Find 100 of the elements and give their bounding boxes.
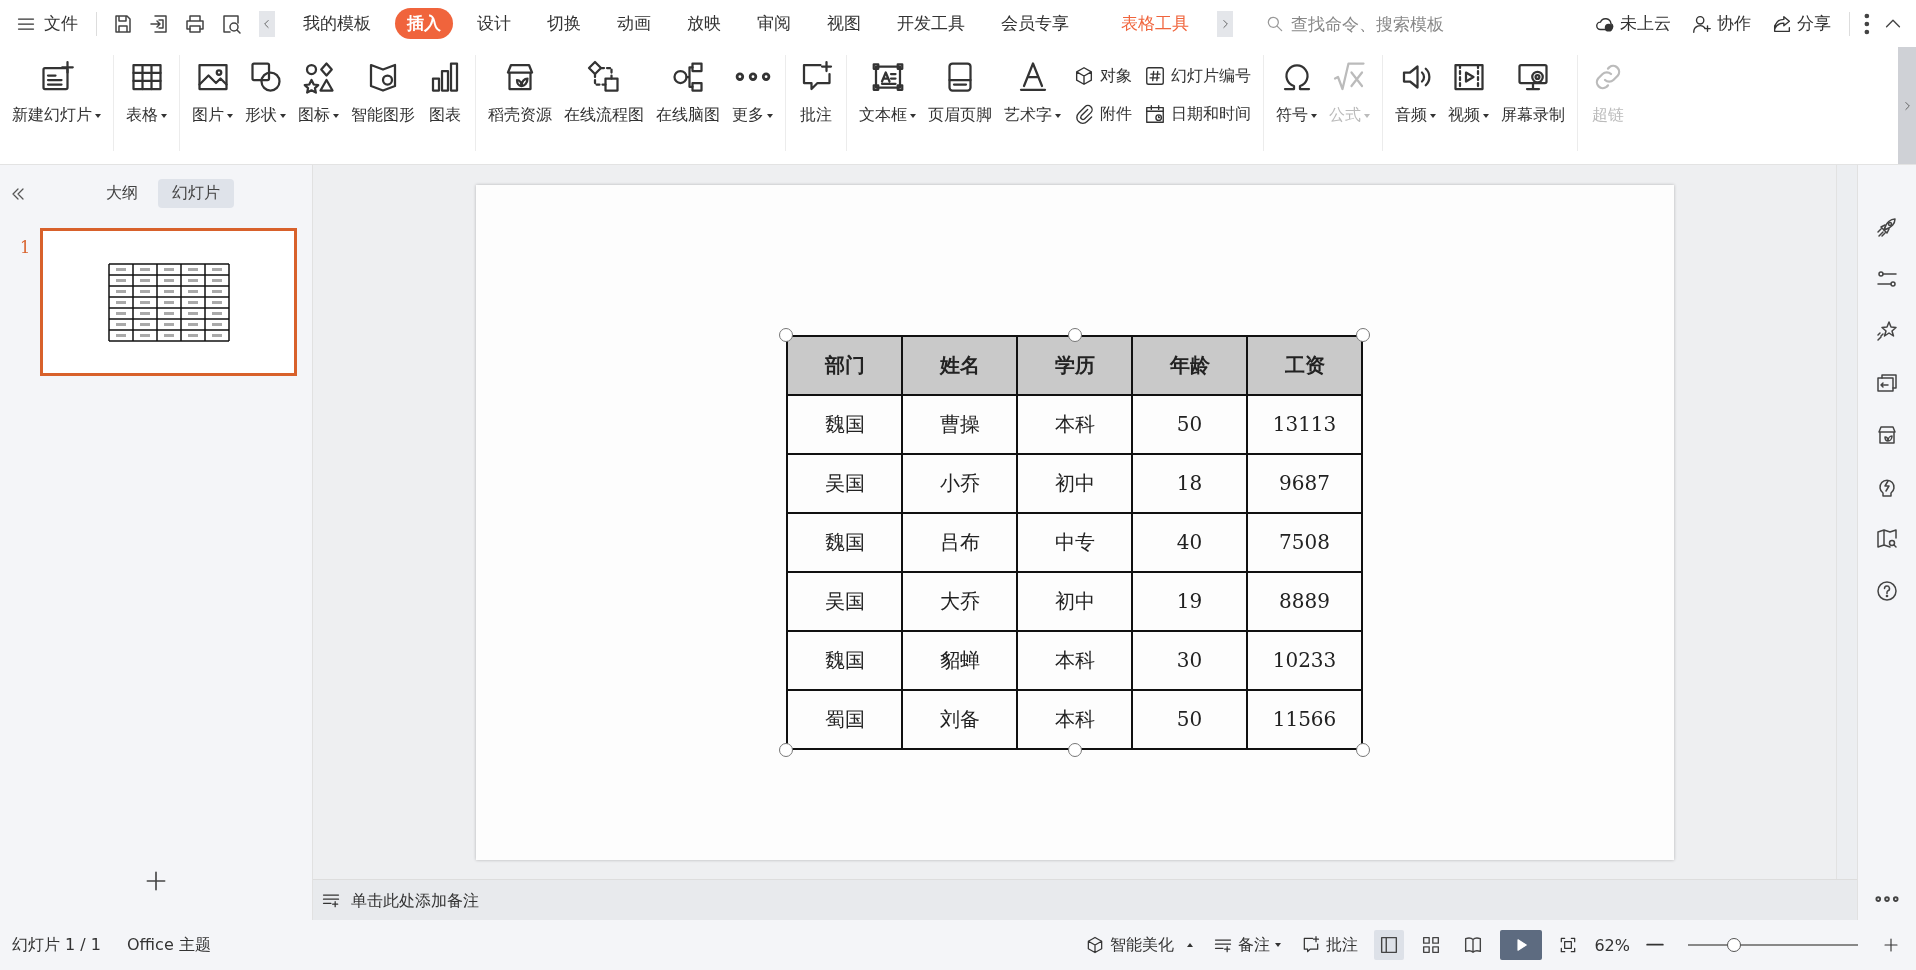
file-menu-button[interactable]: 文件 <box>8 8 86 39</box>
ribbon-button[interactable]: 形状 <box>239 55 292 130</box>
table-cell: 19 <box>1132 571 1247 631</box>
paperclip-icon <box>1073 103 1095 125</box>
ribbon-button[interactable]: 更多 <box>726 55 779 130</box>
ribbon-button[interactable]: 智能图形 <box>345 55 421 130</box>
more-icon <box>1875 895 1899 902</box>
table-cell: 50 <box>1132 394 1247 454</box>
table-cell: 魏国 <box>787 630 902 690</box>
slider-thumb[interactable] <box>1726 938 1741 952</box>
table-cell: 曹操 <box>902 394 1017 454</box>
ribbon-button[interactable]: 视频 <box>1442 55 1495 130</box>
notes-button[interactable]: 备注 <box>1209 930 1286 960</box>
table-cell: 蜀国 <box>787 689 902 749</box>
slide-thumbnail[interactable] <box>40 228 298 376</box>
resize-handle[interactable] <box>1356 742 1370 757</box>
table-cell: 13113 <box>1247 394 1362 454</box>
caret-icon <box>161 113 167 118</box>
table-cell: 本科 <box>1017 394 1132 454</box>
slideshow-button[interactable] <box>1500 930 1543 960</box>
table-cell: 50 <box>1132 689 1247 749</box>
view-button[interactable] <box>1374 930 1405 960</box>
ribbon-button[interactable]: 批注 <box>792 55 840 130</box>
table-cell: 初中 <box>1017 571 1132 631</box>
resize-handle[interactable] <box>1067 327 1082 342</box>
ribbon-button[interactable]: 页眉页脚 <box>922 55 998 130</box>
ribbon-tab[interactable]: 会员专享 <box>989 8 1081 39</box>
more-icon <box>734 72 771 82</box>
caret-icon <box>1311 113 1317 118</box>
ribbon-button[interactable]: 图标 <box>292 55 345 130</box>
ribbon-button[interactable]: 附件 <box>1067 95 1138 133</box>
ribbon-tab[interactable]: 切换 <box>535 8 593 39</box>
ribbon-button[interactable]: 音频 <box>1389 55 1442 130</box>
comments-button[interactable]: 批注 <box>1297 930 1363 960</box>
ribbon-tab[interactable]: 动画 <box>605 8 663 39</box>
panel-tab[interactable]: 幻灯片 <box>158 179 234 208</box>
table-cell: 小乔 <box>902 453 1017 513</box>
vertical-scrollbar[interactable] <box>1836 165 1857 879</box>
ribbon-button[interactable]: 在线流程图 <box>558 55 650 130</box>
ribbon-button[interactable]: 艺术字 <box>998 55 1067 130</box>
column-header: 学历 <box>1017 335 1132 395</box>
column-header: 年龄 <box>1132 335 1247 395</box>
ribbon-button[interactable]: 稻壳资源 <box>482 55 558 130</box>
account-action-button[interactable]: 未上云 <box>1586 8 1680 39</box>
caret-icon <box>767 113 773 118</box>
table-cell: 本科 <box>1017 630 1132 690</box>
beautify-button[interactable]: 智能美化 <box>1081 930 1198 960</box>
resize-handle[interactable] <box>1356 327 1370 342</box>
ribbon-tab[interactable]: 视图 <box>815 8 873 39</box>
help-icon <box>1875 579 1899 603</box>
screen-icon <box>1875 371 1899 395</box>
search-field[interactable]: 查找命令、搜索模板 <box>1289 12 1513 35</box>
star-icon <box>1875 319 1899 343</box>
table-cell: 11566 <box>1247 689 1362 749</box>
book-search-icon <box>1875 527 1899 551</box>
table-cell: 大乔 <box>902 571 1017 631</box>
caret-icon <box>1055 113 1061 118</box>
notes-field[interactable]: 单击此处添加备注 <box>349 889 653 911</box>
rocket-icon <box>1875 215 1899 239</box>
ribbon-button[interactable]: 屏幕录制 <box>1495 55 1571 130</box>
zoom-value: 62% <box>1594 935 1630 955</box>
table-cell: 40 <box>1132 512 1247 572</box>
more-options-button[interactable] <box>1873 893 1901 904</box>
ribbon-button[interactable]: 图表 <box>421 55 469 130</box>
table-cell: 吴国 <box>787 453 902 513</box>
ribbon-button[interactable]: 表格 <box>120 55 173 130</box>
table-cell: 魏国 <box>787 394 902 454</box>
cube-icon <box>1073 65 1095 87</box>
account-action-button[interactable]: 协作 <box>1683 8 1760 39</box>
ribbon-button[interactable]: 符号 <box>1270 55 1323 130</box>
table-cell: 初中 <box>1017 453 1132 513</box>
ribbon-button[interactable]: 新建幻灯片 <box>6 55 107 130</box>
ribbon-tab[interactable]: 放映 <box>675 8 733 39</box>
panel-tab[interactable]: 大纲 <box>92 179 152 208</box>
account-action-button[interactable]: 分享 <box>1763 8 1840 39</box>
resize-handle[interactable] <box>1067 742 1082 757</box>
ribbon-button[interactable]: 在线脑图 <box>650 55 726 130</box>
ribbon-tab[interactable]: 我的模板 <box>291 8 383 39</box>
ribbon-button[interactable]: 日期和时间 <box>1138 95 1257 133</box>
resize-handle[interactable] <box>779 742 793 757</box>
ribbon-tab[interactable]: 审阅 <box>745 8 803 39</box>
caret-icon <box>227 113 233 118</box>
ribbon-button[interactable]: 文本框 <box>853 55 922 130</box>
ribbon-tab[interactable]: 开发工具 <box>885 8 977 39</box>
ribbon-tab[interactable]: 设计 <box>465 8 523 39</box>
table-cell: 貂蝉 <box>902 630 1017 690</box>
table-cell: 吕布 <box>902 512 1017 572</box>
minus-icon <box>1646 943 1664 947</box>
ribbon-button[interactable]: 图片 <box>186 55 239 130</box>
ribbon-button[interactable]: 幻灯片编号 <box>1138 57 1257 95</box>
column-header: 部门 <box>787 335 902 395</box>
ribbon-button[interactable]: 对象 <box>1067 57 1138 95</box>
plus-icon <box>1882 936 1900 954</box>
table-cell: 30 <box>1132 630 1247 690</box>
caret-icon <box>1364 113 1370 118</box>
resize-handle[interactable] <box>779 327 793 342</box>
hash-icon <box>1144 65 1166 87</box>
theme-name: Office 主题 <box>127 934 211 956</box>
slide-number: 1 <box>20 238 31 257</box>
more-icon <box>1864 12 1870 35</box>
